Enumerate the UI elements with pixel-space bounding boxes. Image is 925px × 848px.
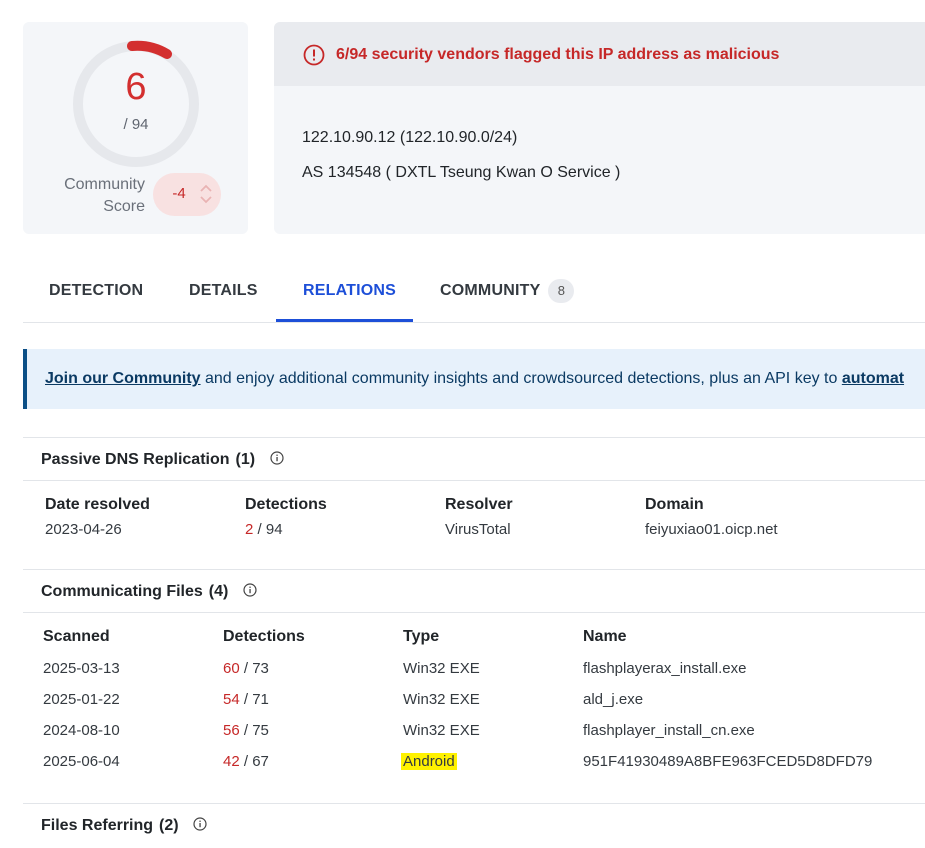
tab-bar: DETECTION DETAILS RELATIONS COMMUNITY 8 [23,262,925,323]
ip-summary-card: 6/94 security vendors flagged this IP ad… [274,22,925,234]
dns-domain-link[interactable]: feiyuxiao01.oicp.net [645,521,778,538]
alert-circle-icon [303,44,325,66]
as-info: AS 134548 ( DXTL Tseung Kwan O Service ) [302,164,621,181]
file-type: Win32 EXE [403,722,480,739]
dns-date: 2023-04-26 [45,521,122,538]
file-name-link[interactable]: ald_j.exe [583,691,643,708]
banner-text: Join our Community and enjoy additional … [45,370,904,388]
column-domain[interactable]: Domain [645,496,704,514]
passive-dns-header: Passive DNS Replication (1) [23,437,925,481]
communicating-files-header: Communicating Files (4) [23,569,925,613]
info-icon[interactable] [269,451,284,465]
active-tab-indicator [276,319,413,322]
file-detections[interactable]: 56 / 75 [223,722,269,739]
column-scanned[interactable]: Scanned [43,628,110,646]
info-icon[interactable] [193,817,207,831]
malicious-alert-bar: 6/94 security vendors flagged this IP ad… [274,22,925,86]
section-title: Files Referring (2) [41,817,207,835]
files-referring-header: Files Referring (2) [23,803,925,847]
tab-relations[interactable]: RELATIONS [303,282,396,300]
tab-community[interactable]: COMMUNITY 8 [440,279,575,303]
file-name-link[interactable]: 951F41930489A8BFE963FCED5D8DFD79 [583,753,872,770]
column-detections[interactable]: Detections [223,628,305,646]
tab-detection[interactable]: DETECTION [49,282,143,300]
community-score-widget[interactable]: -4 [153,173,221,216]
file-scanned-date: 2025-06-04 [43,753,120,770]
community-count-badge: 8 [548,279,575,303]
ip-address: 122.10.90.12 (122.10.90.0/24) [302,129,518,146]
tab-details[interactable]: DETAILS [189,282,258,300]
file-name-link[interactable]: flashplayerax_install.exe [583,660,746,677]
banner-body: and enjoy additional community insights … [200,370,842,387]
dns-resolver: VirusTotal [445,521,511,538]
chevron-up-icon[interactable] [200,183,212,193]
file-type: Win32 EXE [403,691,480,708]
column-detections[interactable]: Detections [245,496,327,514]
file-scanned-date: 2024-08-10 [43,722,120,739]
community-score-value: -4 [172,185,186,202]
file-scanned-date: 2025-01-22 [43,691,120,708]
file-type: Win32 EXE [403,660,480,677]
column-name[interactable]: Name [583,628,627,646]
file-detections[interactable]: 42 / 67 [223,753,269,770]
column-resolver[interactable]: Resolver [445,496,513,514]
file-type-highlighted: Android [401,753,457,770]
column-type[interactable]: Type [403,628,439,646]
file-scanned-date: 2025-03-13 [43,660,120,677]
detection-count: 6 [125,66,147,108]
column-date-resolved[interactable]: Date resolved [45,496,150,514]
chevron-down-icon[interactable] [200,195,212,205]
community-banner: Join our Community and enjoy additional … [23,349,925,409]
section-title: Passive DNS Replication (1) [41,451,284,469]
detection-score-card: 6 / 94 Community Score -4 [23,22,248,234]
file-name-link[interactable]: flashplayer_install_cn.exe [583,722,755,739]
file-detections[interactable]: 60 / 73 [223,660,269,677]
alert-message: 6/94 security vendors flagged this IP ad… [336,46,780,63]
tab-community-label: COMMUNITY [440,282,541,300]
info-icon[interactable] [243,583,257,597]
dns-detections[interactable]: 2 / 94 [245,521,283,538]
community-score-label: Community Score [64,176,145,215]
join-community-link[interactable]: Join our Community [45,370,201,387]
section-title: Communicating Files (4) [41,583,257,601]
automation-link[interactable]: automat [842,370,904,387]
detection-total: / 94 [123,116,149,133]
file-detections[interactable]: 54 / 71 [223,691,269,708]
